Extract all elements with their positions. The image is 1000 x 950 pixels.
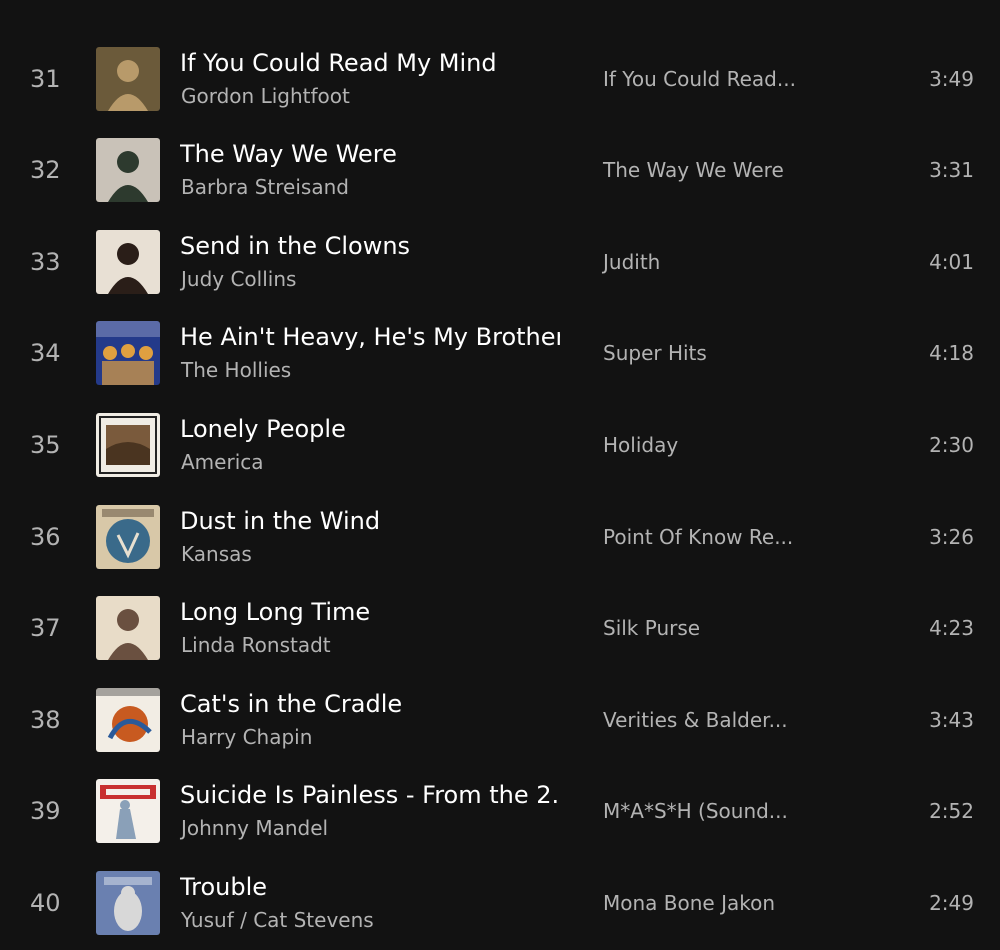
track-album[interactable]: M*A*S*H (Sound... [603, 766, 788, 858]
track-row[interactable]: 37 Long Long Time Linda Ronstadt Silk Purse… [0, 583, 1000, 675]
track-artist[interactable]: Judy Collins [181, 266, 296, 292]
track-number: 33 [30, 247, 61, 276]
track-row[interactable]: 34 He Ain't Heavy, He's My Brother The Hol… [0, 308, 1000, 400]
track-number: 40 [30, 888, 61, 917]
track-duration: 4:18 [929, 341, 974, 366]
track-number: 37 [30, 614, 61, 643]
track-artist[interactable]: Gordon Lightfoot [181, 83, 350, 109]
track-row[interactable]: 32 The Way We Were Barbra Streisand The Way… [0, 125, 1000, 217]
album-art-landscape-icon [96, 412, 160, 477]
track-title[interactable]: Cat's in the Cradle [180, 689, 402, 719]
track-title[interactable]: Suicide Is Painless - From the 2... [180, 780, 560, 810]
track-artist[interactable]: Yusuf / Cat Stevens [181, 907, 374, 933]
track-list: 3031If You Could Read My MindGordon Ligh… [0, 0, 1000, 950]
track-row[interactable]: 39 Suicide Is Painless - From the 2... Joh… [0, 766, 1000, 858]
track-duration: 2:30 [929, 432, 974, 457]
track-title[interactable]: Lonely People [180, 414, 346, 444]
track-title[interactable]: Long Long Time [180, 597, 370, 627]
track-artist[interactable]: Linda Ronstadt [181, 632, 331, 658]
track-album[interactable]: Judith [603, 217, 660, 309]
track-duration: 3:43 [929, 707, 974, 732]
track-duration: 4:23 [929, 616, 974, 641]
track-duration: 4:01 [929, 249, 974, 274]
album-art-portrait-icon [96, 229, 160, 294]
track-artist[interactable]: The Hollies [181, 357, 291, 383]
track-row[interactable]: 31 If You Could Read My Mind Gordon Lightf… [0, 34, 1000, 126]
track-album[interactable]: Point Of Know Re... [603, 492, 793, 584]
album-art-globe-icon [96, 504, 160, 569]
track-artist[interactable]: Kansas [181, 541, 252, 567]
track-album[interactable]: Super Hits [603, 308, 707, 400]
track-title[interactable]: If You Could Read My Mind [180, 48, 497, 78]
track-title[interactable]: Dust in the Wind [180, 506, 380, 536]
album-art-abstract-icon [96, 687, 160, 752]
track-title[interactable]: Trouble [180, 872, 267, 902]
track-number: 39 [30, 797, 61, 826]
track-duration: 3:26 [929, 524, 974, 549]
track-album[interactable]: If You Could Read... [603, 34, 796, 126]
track-album[interactable]: Holiday [603, 400, 678, 492]
track-title[interactable]: Send in the Clowns [180, 231, 410, 261]
album-art-title-icon [96, 779, 160, 844]
album-art-group-icon [96, 321, 160, 386]
track-number: 38 [30, 705, 61, 734]
track-duration: 3:49 [929, 66, 974, 91]
track-artist[interactable]: Harry Chapin [181, 724, 312, 750]
track-duration: 2:49 [929, 890, 974, 915]
album-art-figure-icon [96, 870, 160, 935]
track-number: 36 [30, 522, 61, 551]
track-row[interactable]: 33 Send in the Clowns Judy Collins Judith 4:… [0, 217, 1000, 309]
track-row[interactable]: 35 Lonely People America Holiday 2:30 [0, 400, 1000, 492]
track-album[interactable]: Mona Bone Jakon [603, 858, 775, 950]
track-duration: 2:52 [929, 799, 974, 824]
track-number: 31 [30, 64, 61, 93]
track-row[interactable]: 36 Dust in the Wind Kansas Point Of Know Re… [0, 492, 1000, 584]
track-title[interactable]: He Ain't Heavy, He's My Brother [180, 322, 560, 352]
track-duration: 3:31 [929, 158, 974, 183]
track-artist[interactable]: America [181, 449, 264, 475]
track-number: 35 [30, 430, 61, 459]
track-number: 34 [30, 339, 61, 368]
track-album[interactable]: Verities & Balder... [603, 675, 788, 767]
track-artist[interactable]: Barbra Streisand [181, 174, 349, 200]
track-number: 32 [30, 156, 61, 185]
track-album[interactable]: Silk Purse [603, 583, 700, 675]
track-artist[interactable]: Johnny Mandel [181, 815, 328, 841]
track-row[interactable]: 38 Cat's in the Cradle Harry Chapin Veritie… [0, 675, 1000, 767]
track-title[interactable]: The Way We Were [180, 139, 397, 169]
album-art-portrait-icon [96, 46, 160, 111]
track-album[interactable]: The Way We Were [603, 125, 784, 217]
album-art-portrait-icon [96, 596, 160, 661]
album-art-portrait-icon [96, 138, 160, 203]
track-row[interactable]: 40 Trouble Yusuf / Cat Stevens Mona Bone Ja… [0, 858, 1000, 950]
